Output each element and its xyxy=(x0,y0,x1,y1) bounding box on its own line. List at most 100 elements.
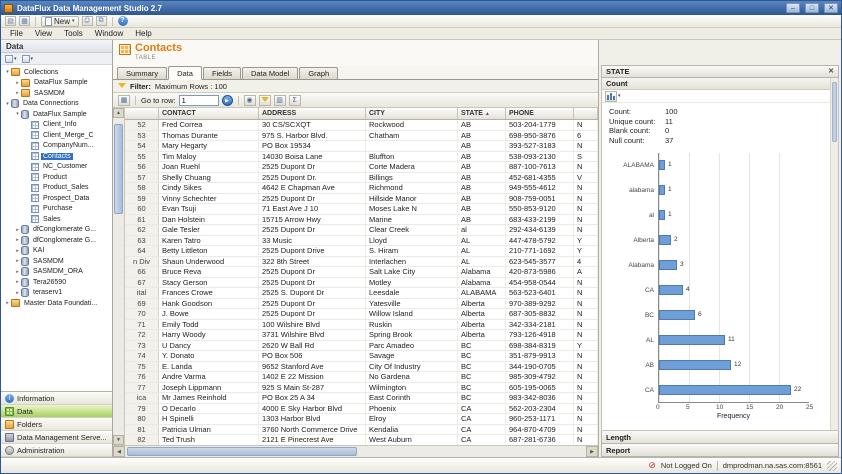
cell-contact[interactable]: Dan Holstein xyxy=(159,214,259,224)
cell-city[interactable]: Corte Madera xyxy=(366,162,458,172)
cell-contact[interactable]: Betty Littleton xyxy=(159,246,259,256)
cell-state[interactable]: AB xyxy=(458,193,506,203)
row-number-cell[interactable]: 73 xyxy=(125,340,159,350)
cell-city[interactable]: Wilmington xyxy=(366,382,458,392)
row-number-cell[interactable]: 57 xyxy=(125,172,159,182)
cell-phone[interactable]: 562-203-2304 xyxy=(506,403,574,413)
row-number-cell[interactable]: ital xyxy=(125,288,159,298)
panel-scrollbar[interactable] xyxy=(830,78,838,430)
cell-state[interactable]: AL xyxy=(458,246,506,256)
cell-address[interactable]: 2525 Dupont Drive xyxy=(259,246,366,256)
length-panel-header[interactable]: Length xyxy=(601,431,839,444)
tree-item-master-data-foundati[interactable]: ▸ Master Data Foundati... xyxy=(1,298,112,309)
cell-contact[interactable]: Harry Woody xyxy=(159,330,259,340)
tab-data-model[interactable]: Data Model xyxy=(241,67,299,79)
menu-file[interactable]: File xyxy=(4,29,29,38)
cell-city[interactable]: West Auburn xyxy=(366,435,458,445)
row-number-cell[interactable]: ica xyxy=(125,393,159,403)
tree-item-product[interactable]: Product xyxy=(1,172,112,183)
cell-address[interactable]: PO Box 19534 xyxy=(259,141,366,151)
cell-phone[interactable]: 351-879-9913 xyxy=(506,351,574,361)
row-number-cell[interactable]: 80 xyxy=(125,414,159,424)
cell-address[interactable]: 2525 Dupont Dr xyxy=(259,225,366,235)
row-number-cell[interactable]: 67 xyxy=(125,277,159,287)
cell-state[interactable]: Alberta xyxy=(458,330,506,340)
cell-extra[interactable]: N xyxy=(574,414,598,424)
cell-address[interactable]: 2525 Dupont Dr xyxy=(259,277,366,287)
row-number-cell[interactable]: 82 xyxy=(125,435,159,445)
cell-phone[interactable]: 344-190-0705 xyxy=(506,361,574,371)
tree-item-sales[interactable]: Sales xyxy=(1,214,112,225)
tree-item-sasmdm[interactable]: ▸ SASMDM xyxy=(1,256,112,267)
cell-phone[interactable]: 687-305-8832 xyxy=(506,309,574,319)
tree-caret-icon[interactable]: ▾ xyxy=(4,69,11,75)
row-number-cell[interactable]: 79 xyxy=(125,403,159,413)
tree-caret-icon[interactable]: ▸ xyxy=(14,237,21,243)
menu-view[interactable]: View xyxy=(29,29,58,38)
cell-extra[interactable]: S xyxy=(574,151,598,161)
cell-phone[interactable]: 454-958-0544 xyxy=(506,277,574,287)
cell-extra[interactable]: N xyxy=(574,351,598,361)
cell-extra[interactable]: A xyxy=(574,267,598,277)
cell-city[interactable]: Richmond xyxy=(366,183,458,193)
row-number-cell[interactable]: 58 xyxy=(125,183,159,193)
cell-phone[interactable]: 538-093-2130 xyxy=(506,151,574,161)
row-number-cell[interactable]: n Div xyxy=(125,256,159,266)
chart-type-icon[interactable] xyxy=(605,90,617,102)
cell-state[interactable]: BC xyxy=(458,372,506,382)
cell-state[interactable]: BC xyxy=(458,340,506,350)
help-icon[interactable]: ? xyxy=(117,16,128,26)
cell-city[interactable]: Ruskin xyxy=(366,319,458,329)
cell-extra[interactable]: N xyxy=(574,183,598,193)
cell-phone[interactable]: 908-759-0051 xyxy=(506,193,574,203)
cell-contact[interactable]: Fred Correa xyxy=(159,120,259,130)
column-header-blank[interactable] xyxy=(574,108,598,119)
cell-phone[interactable]: 393-527-3183 xyxy=(506,141,574,151)
cell-address[interactable]: 1303 Harbor Blvd xyxy=(259,414,366,424)
close-icon[interactable]: ✕ xyxy=(828,68,834,75)
cell-state[interactable]: CA xyxy=(458,424,506,434)
scroll-thumb[interactable] xyxy=(114,124,123,214)
cell-phone[interactable]: 983-342-8036 xyxy=(506,393,574,403)
export-icon[interactable]: ▦ xyxy=(118,94,130,106)
cell-extra[interactable]: N xyxy=(574,309,598,319)
cell-city[interactable]: Interlachen xyxy=(366,256,458,266)
cell-state[interactable]: BC xyxy=(458,361,506,371)
cell-city[interactable]: Spring Brook xyxy=(366,330,458,340)
tree-caret-icon[interactable]: ▸ xyxy=(14,248,21,254)
tree-item-sasmdm-ora[interactable]: ▸ SASMDM_ORA xyxy=(1,267,112,278)
cell-contact[interactable]: Bruce Reva xyxy=(159,267,259,277)
cell-address[interactable]: 2525 S. Dupont Dr xyxy=(259,288,366,298)
tree-item-nc-customer[interactable]: NC_Customer xyxy=(1,162,112,173)
cell-state[interactable]: AB xyxy=(458,141,506,151)
cell-city[interactable]: Lloyd xyxy=(366,235,458,245)
cell-extra[interactable]: N xyxy=(574,277,598,287)
cell-extra[interactable]: N xyxy=(574,162,598,172)
cell-city[interactable]: Willow Island xyxy=(366,309,458,319)
row-number-cell[interactable]: 71 xyxy=(125,319,159,329)
tree-view-options-button[interactable]: ▾ xyxy=(5,54,17,63)
tree-caret-icon[interactable]: ▸ xyxy=(14,90,21,96)
tree-item-contacts[interactable]: Contacts xyxy=(1,151,112,162)
cell-city[interactable]: Elroy xyxy=(366,414,458,424)
maximize-button[interactable]: □ xyxy=(805,3,819,13)
cell-address[interactable]: 2620 W Ball Rd xyxy=(259,340,366,350)
tree-caret-icon[interactable]: ▸ xyxy=(14,258,21,264)
scroll-thumb[interactable] xyxy=(127,447,357,456)
cell-extra[interactable]: N xyxy=(574,403,598,413)
cell-city[interactable]: City Of Industry xyxy=(366,361,458,371)
cell-phone[interactable]: 563-523-6401 xyxy=(506,288,574,298)
row-number-cell[interactable]: 64 xyxy=(125,246,159,256)
cell-phone[interactable]: 503-204-1779 xyxy=(506,120,574,130)
cell-state[interactable]: BC xyxy=(458,382,506,392)
tree-caret-icon[interactable]: ▾ xyxy=(4,101,11,107)
menu-window[interactable]: Window xyxy=(89,29,129,38)
tree-caret-icon[interactable]: ▸ xyxy=(14,227,21,233)
cell-phone[interactable]: 292-434-6139 xyxy=(506,225,574,235)
horizontal-scrollbar[interactable]: ◀ ▶ xyxy=(113,445,598,457)
cell-extra[interactable]: N xyxy=(574,424,598,434)
cell-address[interactable]: 2525 Dupont Dr xyxy=(259,267,366,277)
cell-city[interactable]: Yatesville xyxy=(366,298,458,308)
tree-item-purchase[interactable]: Purchase xyxy=(1,204,112,215)
cell-contact[interactable]: Gale Tesler xyxy=(159,225,259,235)
